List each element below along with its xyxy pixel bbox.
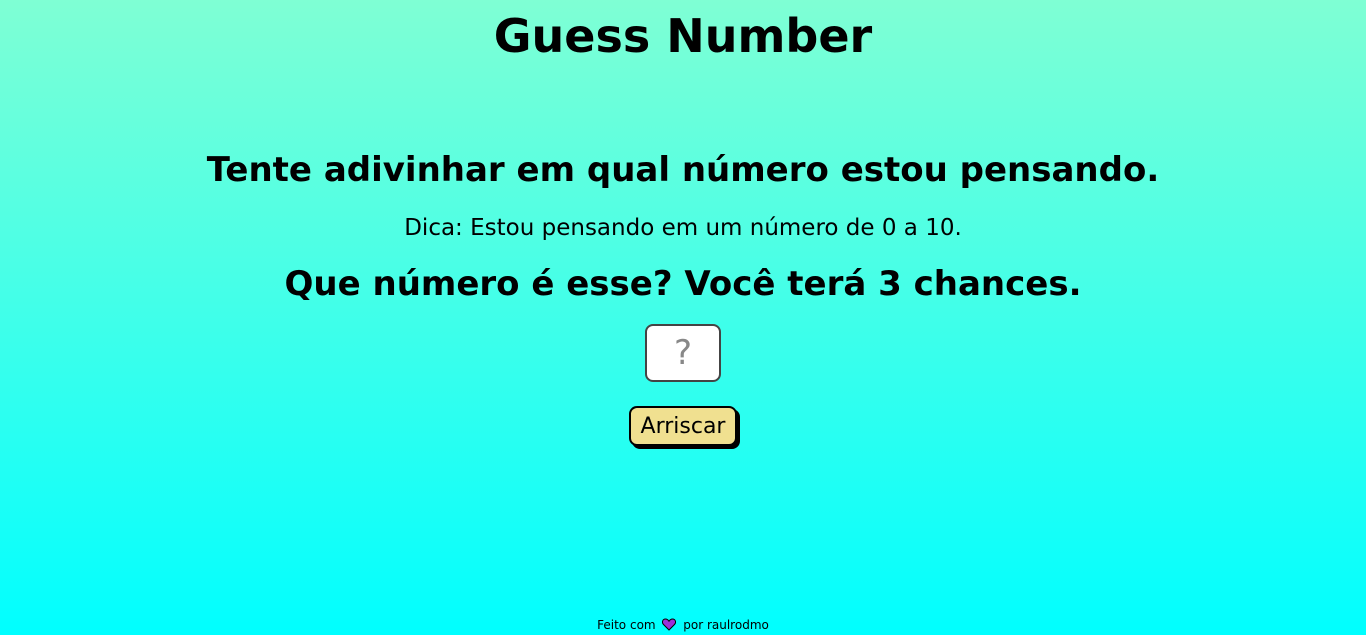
footer-prefix: Feito com <box>597 618 656 632</box>
footer: Feito com por raulrodmo <box>0 617 1366 633</box>
heart-icon <box>662 618 677 631</box>
page-title: Guess Number <box>493 9 873 63</box>
guess-input[interactable] <box>645 324 721 382</box>
headline: Tente adivinhar em qual número estou pen… <box>206 150 1160 190</box>
hint-text: Dica: Estou pensando em um número de 0 a… <box>404 215 962 241</box>
guess-button[interactable]: Arriscar <box>629 406 737 446</box>
question-text: Que número é esse? Você terá 3 chances. <box>284 264 1082 304</box>
footer-suffix: por raulrodmo <box>683 618 769 632</box>
